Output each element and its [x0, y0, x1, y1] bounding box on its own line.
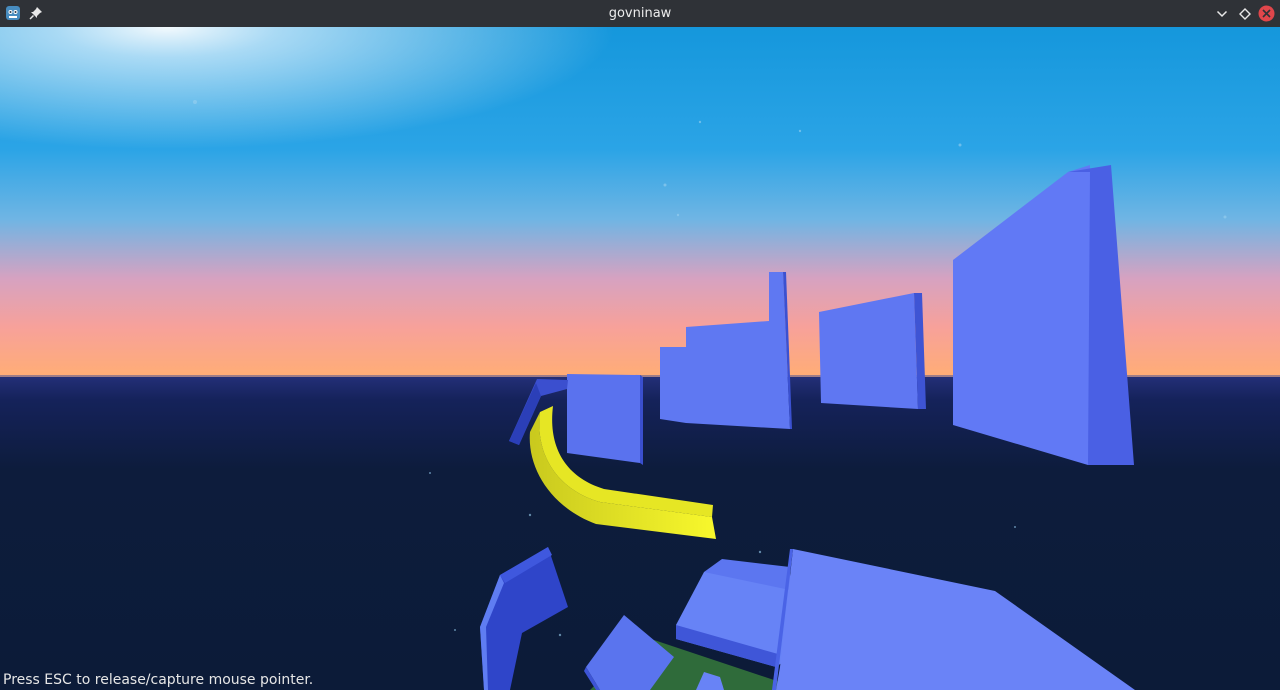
game-window: govninaw Press ESC to release/capture mo…: [0, 0, 1280, 690]
block-small-center: [567, 374, 643, 465]
title-bar[interactable]: govninaw: [0, 0, 1280, 27]
game-viewport[interactable]: [0, 27, 1280, 690]
chevron-down-icon: [1216, 10, 1227, 17]
diamond-icon: [1238, 7, 1251, 20]
minimize-button[interactable]: [1213, 5, 1230, 22]
block-mid-right: [819, 293, 926, 409]
close-button[interactable]: [1258, 5, 1275, 22]
godot-icon[interactable]: [5, 5, 21, 21]
maximize-button[interactable]: [1236, 5, 1253, 22]
window-title: govninaw: [608, 6, 672, 21]
close-icon: [1258, 5, 1275, 22]
pin-icon[interactable]: [29, 6, 43, 20]
hud-hint-text: Press ESC to release/capture mouse point…: [3, 672, 314, 688]
scene-canvas[interactable]: [0, 27, 1280, 690]
